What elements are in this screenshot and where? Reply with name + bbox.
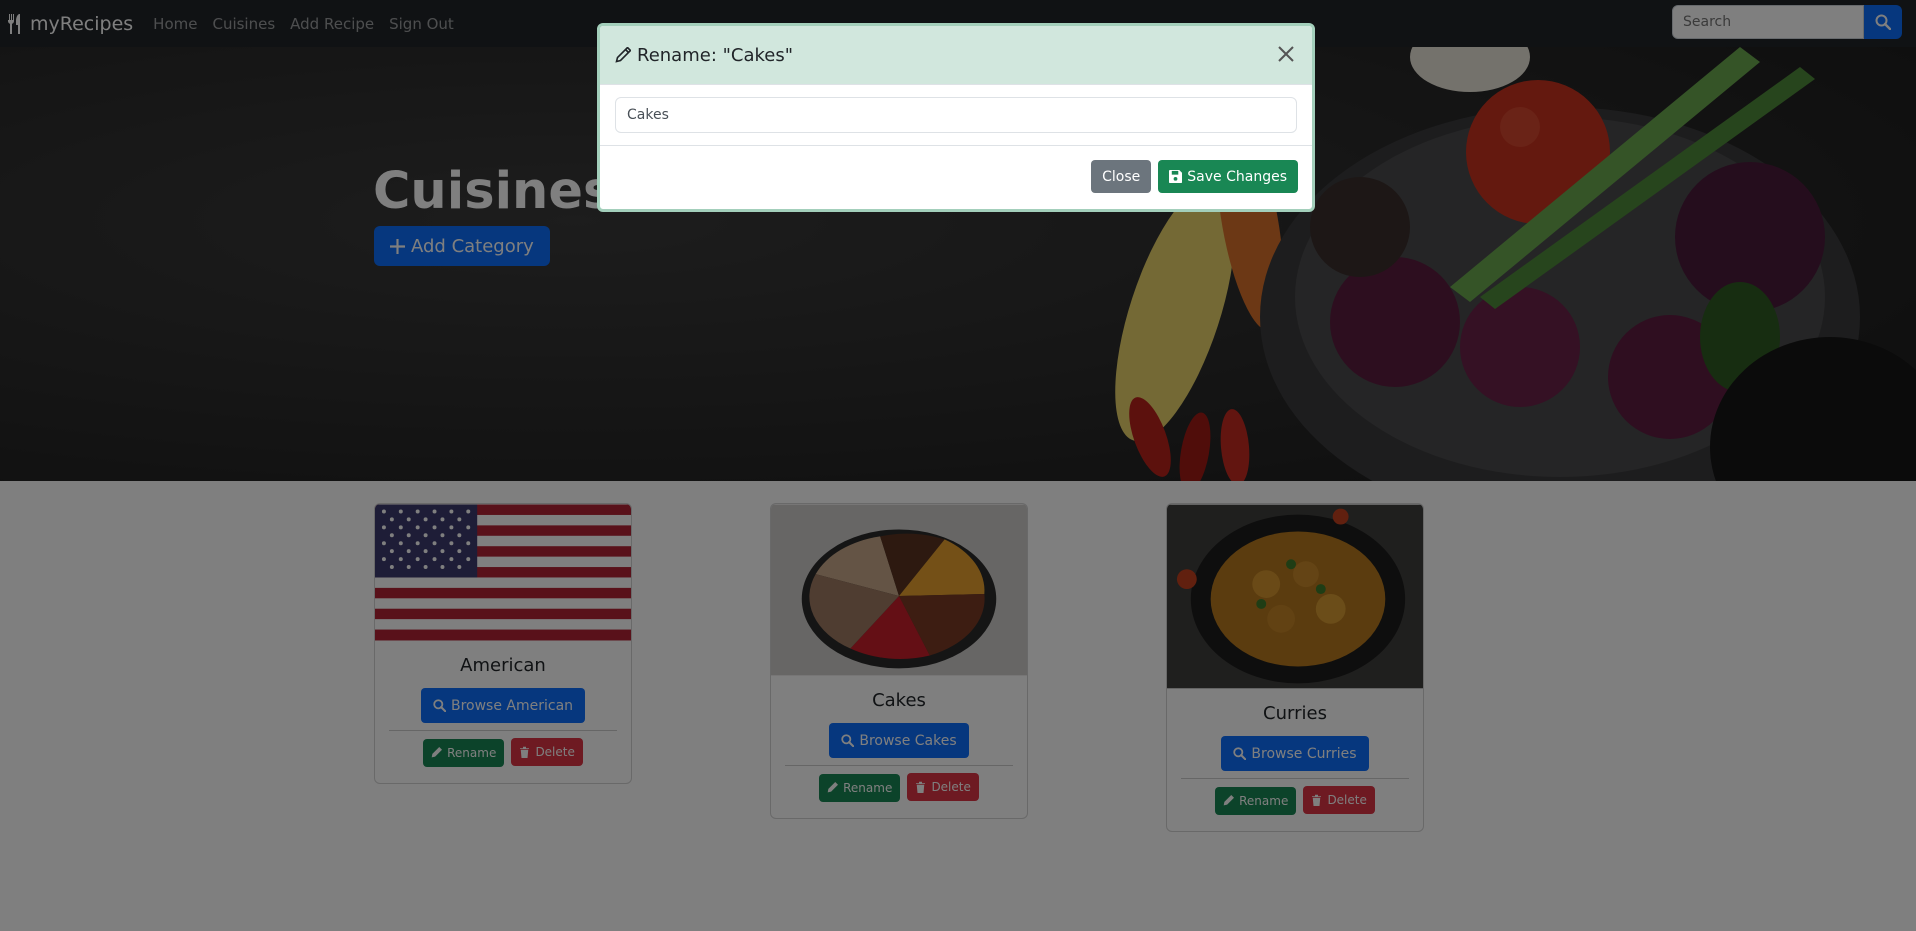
pencil-icon [615,47,631,63]
rename-input[interactable] [615,97,1297,133]
close-label: Close [1102,168,1141,185]
close-icon[interactable] [1274,42,1298,66]
rename-modal: Rename: "Cakes" Close Save Changes [597,23,1315,212]
modal-footer: Close Save Changes [600,146,1312,207]
modal-header: Rename: "Cakes" [600,26,1312,85]
close-button[interactable]: Close [1091,160,1152,193]
floppy-disk-icon [1169,170,1183,183]
modal-title: Rename: "Cakes" [637,44,793,66]
save-changes-button[interactable]: Save Changes [1158,160,1298,193]
modal-body [600,85,1312,146]
save-label: Save Changes [1187,168,1287,185]
